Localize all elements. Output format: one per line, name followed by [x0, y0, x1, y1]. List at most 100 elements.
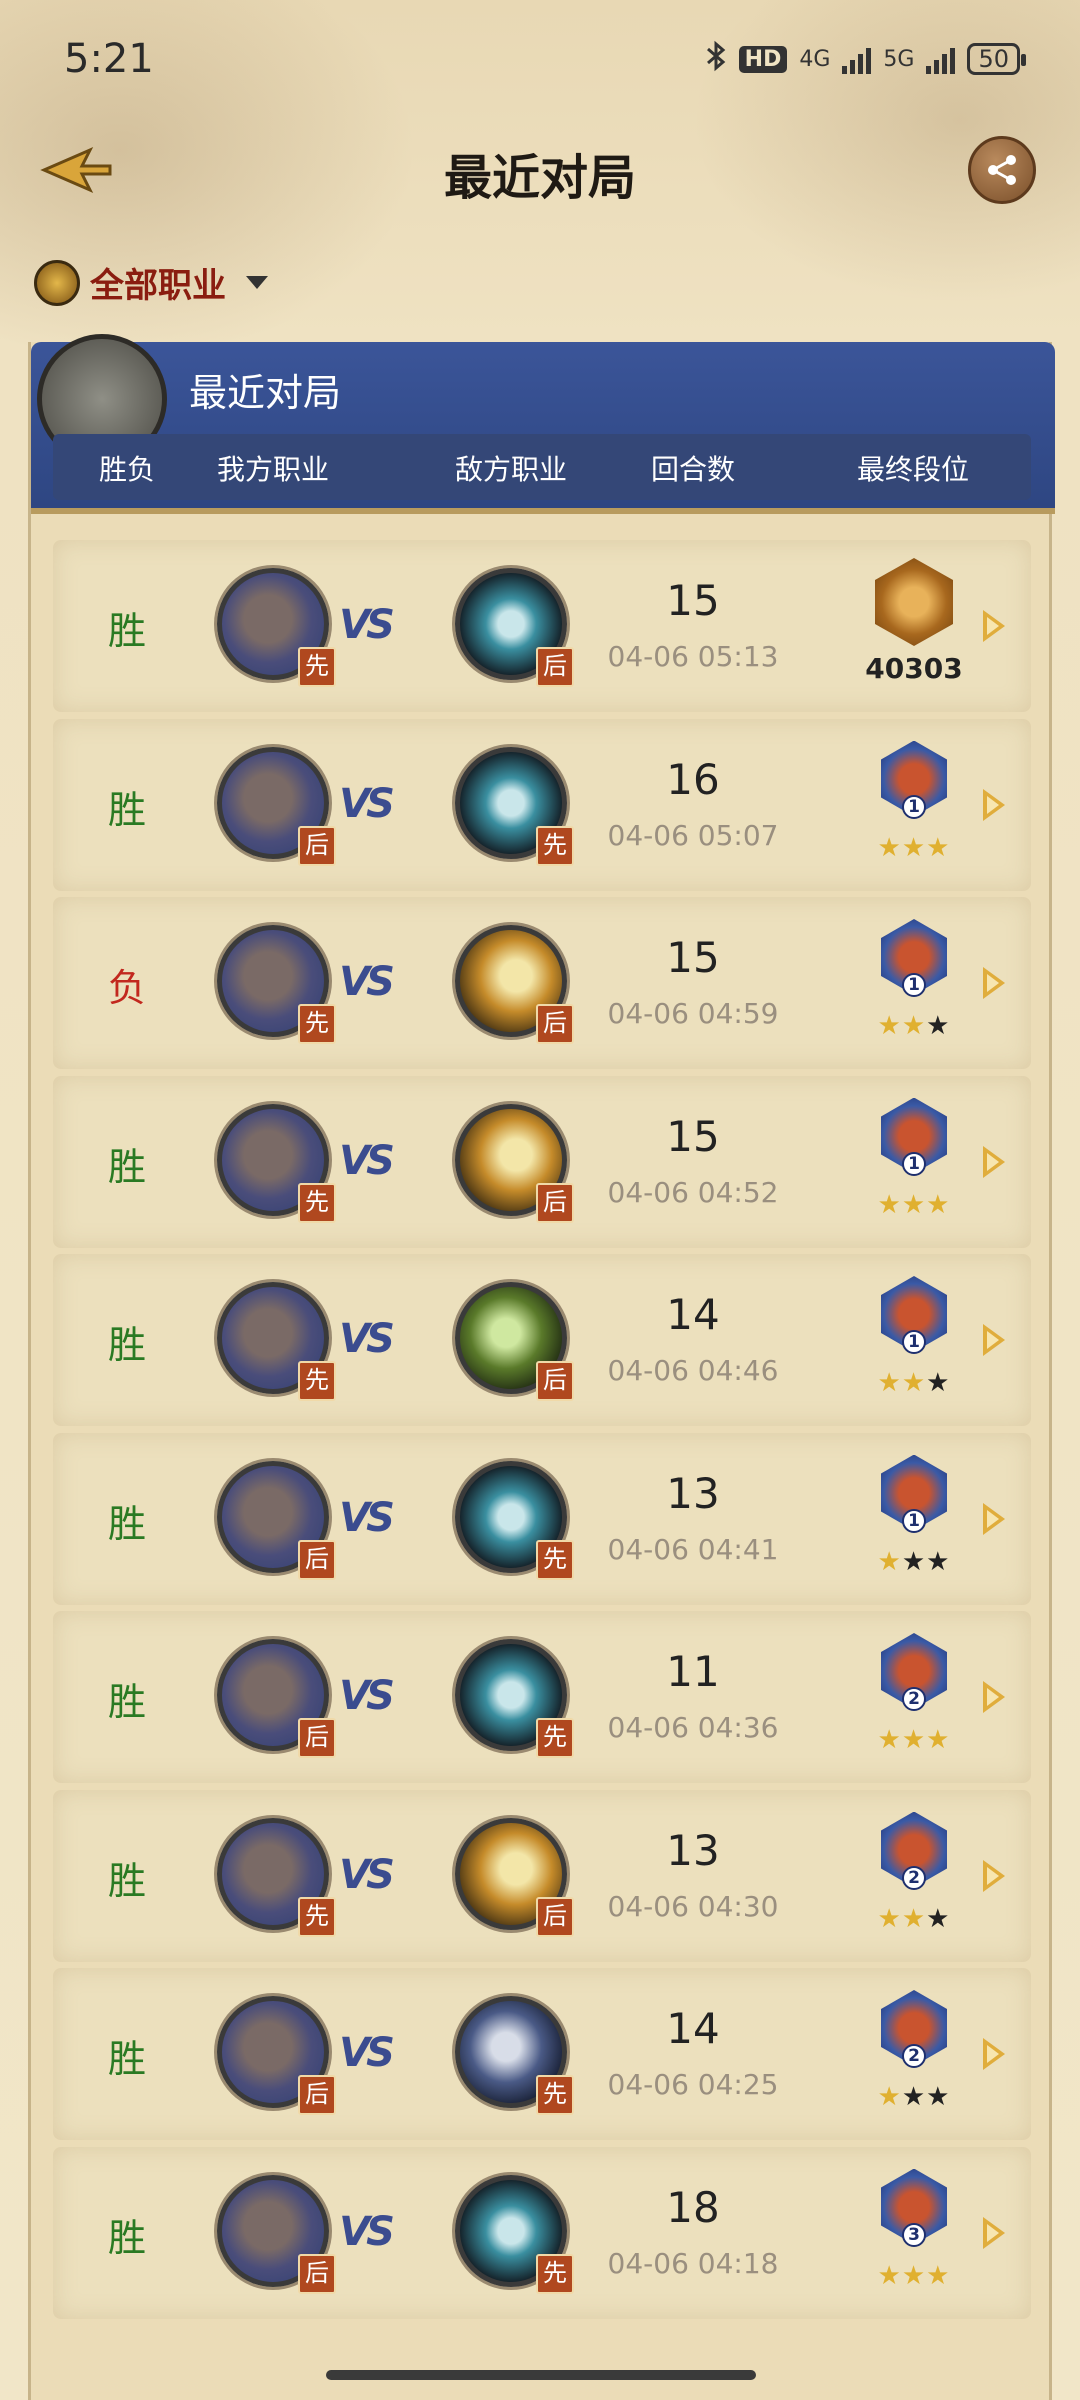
final-rank: 1 ★★★ [873, 1451, 955, 1581]
class-filter-dropdown[interactable]: 全部职业 [34, 258, 268, 307]
rank-star-icon: ★ [877, 1546, 902, 1577]
rank-star-icon: ★ [926, 1725, 951, 1755]
rank-star-icon: ★ [901, 832, 927, 863]
my-class-icon: 后 [217, 1460, 336, 1580]
vs-icon: VS [339, 602, 395, 648]
match-result: 胜 [107, 1323, 147, 1367]
play-arrow-icon[interactable] [983, 610, 1005, 642]
vs-icon: VS [339, 1851, 395, 1898]
my-turn-order-badge: 先 [298, 1896, 336, 1937]
rank-stars: ★★★ [873, 1190, 955, 1220]
opponent-class-icon: 先 [455, 1460, 574, 1580]
rank-star-icon: ★ [901, 1368, 927, 1398]
vs-icon: VS [339, 780, 395, 827]
table-row[interactable]: 负 先 VS 后 15 04-06 04:59 1 ★★★ [53, 897, 1031, 1069]
my-class-icon: 后 [217, 1996, 336, 2115]
play-arrow-icon[interactable] [983, 1502, 1005, 1535]
home-indicator[interactable] [326, 2370, 756, 2380]
rank-stars: ★★★ [873, 833, 955, 863]
network-5g-label: 5G [883, 46, 915, 72]
match-timestamp: 04-06 04:41 [607, 1532, 779, 1566]
rank-stars: ★★★ [873, 1547, 955, 1577]
battery-icon: 50 [967, 43, 1026, 75]
class-filter-label: 全部职业 [90, 266, 226, 306]
table-row[interactable]: 胜 先 VS 后 13 04-06 04:30 2 ★★★ [53, 1789, 1031, 1962]
status-icons: HD 4G 5G 50 [705, 40, 1026, 78]
play-arrow-icon[interactable] [983, 1145, 1005, 1178]
play-arrow-icon[interactable] [983, 788, 1005, 821]
play-arrow-icon[interactable] [983, 1324, 1005, 1356]
turn-count: 18 [666, 2182, 720, 2232]
rank-star-icon: ★ [877, 1189, 902, 1220]
my-class-icon: 后 [217, 1639, 336, 1758]
opponent-class-icon: 先 [455, 1996, 574, 2115]
rank-stars: ★★★ [873, 1904, 955, 1934]
rank-stars: ★★★ [873, 1368, 955, 1398]
chevron-down-icon [246, 276, 268, 289]
column-header-turns: 回合数 [650, 453, 736, 486]
opponent-turn-order-badge: 先 [536, 1539, 574, 1580]
my-turn-order-badge: 后 [298, 1718, 336, 1758]
opponent-turn-order-badge: 先 [536, 825, 574, 866]
final-rank: 1 ★★★ [873, 1094, 955, 1224]
share-button[interactable] [968, 136, 1036, 204]
vs-icon: VS [339, 959, 395, 1005]
vs-icon: VS [339, 1673, 395, 1719]
table-row[interactable]: 胜 后 VS 先 11 04-06 04:36 2 ★★★ [53, 1611, 1031, 1783]
table-row[interactable]: 胜 后 VS 先 14 04-06 04:25 2 ★★★ [53, 1968, 1031, 2140]
rank-number: 1 [902, 1508, 926, 1533]
network-4g-label: 4G [799, 46, 831, 72]
play-arrow-icon[interactable] [983, 1859, 1005, 1892]
table-row[interactable]: 胜 先 VS 后 15 04-06 05:13 40303 [53, 540, 1031, 712]
rank-stars: ★★★ [873, 1011, 955, 1041]
rank-star-icon: ★ [926, 2260, 951, 2291]
rank-star-icon: ★ [901, 1546, 927, 1577]
match-result: 胜 [107, 787, 147, 832]
match-timestamp: 04-06 05:07 [607, 818, 779, 852]
final-rank: 2 ★★★ [873, 1629, 955, 1759]
rank-number: 1 [902, 1151, 926, 1176]
rank-star-icon: ★ [926, 1546, 951, 1577]
rank-star-icon: ★ [877, 1903, 902, 1934]
match-result: 胜 [107, 1144, 147, 1189]
opponent-turn-order-badge: 先 [536, 1718, 574, 1758]
rank-star-icon: ★ [877, 2260, 902, 2291]
vs-icon: VS [339, 1137, 395, 1184]
bluetooth-icon [705, 40, 727, 78]
table-row[interactable]: 胜 后 VS 先 18 04-06 04:18 3 ★★★ [53, 2146, 1031, 2319]
my-class-icon: 先 [217, 925, 336, 1044]
match-timestamp: 04-06 04:36 [607, 1711, 779, 1744]
rank-star-icon: ★ [926, 1903, 951, 1934]
rank-number: 1 [902, 1330, 926, 1354]
rank-number: 1 [902, 973, 926, 997]
match-timestamp: 04-06 04:52 [607, 1175, 779, 1209]
opponent-turn-order-badge: 后 [536, 1896, 574, 1937]
play-arrow-icon[interactable] [983, 967, 1005, 999]
play-arrow-icon[interactable] [983, 2038, 1005, 2070]
opponent-class-icon: 后 [455, 1817, 574, 1937]
my-turn-order-badge: 后 [298, 1539, 336, 1580]
panel-header: 最近对局 胜负 我方职业 敌方职业 回合数 最终段位 [31, 334, 1055, 514]
opponent-class-icon: 后 [455, 925, 574, 1044]
opponent-class-icon: 先 [455, 2174, 574, 2294]
table-row[interactable]: 胜 后 VS 先 13 04-06 04:41 1 ★★★ [53, 1432, 1031, 1605]
status-time: 5:21 [64, 36, 154, 82]
turn-count: 16 [666, 754, 720, 804]
rank-star-icon: ★ [926, 1189, 951, 1220]
turn-count: 15 [666, 576, 720, 625]
play-arrow-icon[interactable] [983, 1681, 1005, 1713]
table-row[interactable]: 胜 后 VS 先 16 04-06 05:07 1 ★★★ [53, 718, 1031, 891]
signal-bars-icon [842, 44, 872, 74]
rank-star-icon: ★ [901, 1903, 927, 1934]
play-arrow-icon[interactable] [983, 2216, 1005, 2249]
match-timestamp: 04-06 04:46 [607, 1354, 779, 1387]
turn-count: 15 [666, 1111, 720, 1161]
rank-number: 2 [902, 1687, 926, 1711]
rank-star-icon: ★ [877, 832, 902, 863]
rank-stars: ★★★ [873, 1725, 955, 1755]
table-row[interactable]: 胜 先 VS 后 15 04-06 04:52 1 ★★★ [53, 1075, 1031, 1248]
opponent-class-icon: 后 [455, 568, 574, 687]
table-row[interactable]: 胜 先 VS 后 14 04-06 04:46 1 ★★★ [53, 1254, 1031, 1426]
table-header: 胜负 我方职业 敌方职业 回合数 最终段位 [53, 434, 1031, 500]
column-header-opponent-class: 敌方职业 [454, 453, 568, 486]
